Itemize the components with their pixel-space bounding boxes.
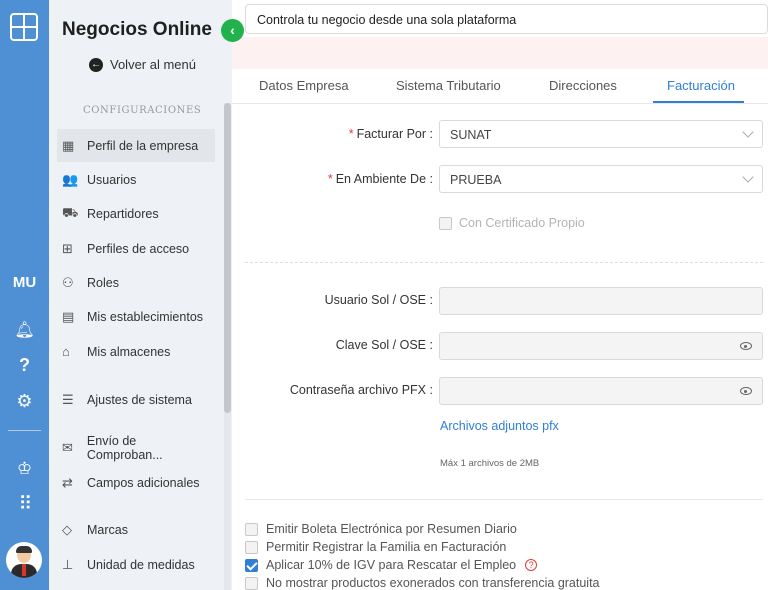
logo-icon[interactable] xyxy=(10,13,38,41)
sidebar-item-label: Campos adicionales xyxy=(87,475,200,490)
required-mark: * xyxy=(327,172,333,186)
sidebar-item-repartidores[interactable]: ⛟ Repartidores xyxy=(57,197,215,230)
checkbox-checked[interactable] xyxy=(245,558,258,572)
checkbox-box[interactable] xyxy=(245,540,258,554)
sidebar-item-unidad-medidas[interactable]: ⊥ Unidad de medidas xyxy=(57,548,215,581)
alert-strip xyxy=(232,37,768,69)
sidebar-item-label: Mis establecimientos xyxy=(87,309,204,324)
icon-rail: MU 🔔︎ ? ⚙ ♔ ⠿ xyxy=(0,0,49,590)
help-icon[interactable]: ? xyxy=(525,559,538,571)
eye-icon[interactable] xyxy=(740,387,752,395)
option-igv-10[interactable]: Aplicar 10% de IGV para Rescatar el Empl… xyxy=(245,558,538,572)
rail-divider xyxy=(8,430,41,431)
back-label: Volver al menú xyxy=(110,57,196,72)
ambiente-label: * En Ambiente De : xyxy=(327,172,433,186)
certificado-propio-checkbox[interactable]: Con Certificado Propio xyxy=(439,216,585,230)
sitemap-icon: ⊞ xyxy=(62,240,73,256)
tag-icon: ◇ xyxy=(62,521,72,537)
user-roles-icon: ⚇ xyxy=(62,274,74,290)
ambiente-value: PRUEBA xyxy=(450,173,502,187)
users-icon: 👥 xyxy=(62,171,79,187)
certificado-propio-label: Con Certificado Propio xyxy=(459,216,585,230)
sidebar-item-label: Perfil de la empresa xyxy=(87,138,199,153)
arrow-left-icon: ← xyxy=(89,57,103,72)
truck-icon: ⛟ xyxy=(62,204,79,220)
sidebar-item-almacenes[interactable]: ⌂ Mis almacenes xyxy=(57,335,215,368)
bell-icon[interactable]: 🔔︎ xyxy=(0,320,49,340)
header-banner: Controla tu negocio desde una sola plata… xyxy=(245,4,768,34)
building-icon: ▦ xyxy=(62,137,75,153)
attachments-pfx-link[interactable]: Archivos adjuntos pfx xyxy=(440,419,559,433)
sidebar-item-usuarios[interactable]: 👥 Usuarios xyxy=(57,163,215,196)
clave-sol-label: Clave Sol / OSE : xyxy=(335,338,433,352)
sidebar-item-establecimientos[interactable]: ▤ Mis establecimientos xyxy=(57,300,215,333)
active-tab-indicator xyxy=(653,101,744,103)
option-no-exonerados[interactable]: No mostrar productos exonerados con tran… xyxy=(245,576,600,590)
mail-icon: ✉ xyxy=(62,439,73,455)
brand-title: Negocios Online xyxy=(62,19,212,40)
sidebar-item-label: Marcas xyxy=(87,522,128,537)
section-divider xyxy=(245,262,763,263)
pfx-password-label: Contraseña archivo PFX : xyxy=(289,383,433,397)
pfx-password-input[interactable] xyxy=(439,377,763,405)
tab-sistema-tributario[interactable]: Sistema Tributario xyxy=(396,78,501,93)
collapse-sidebar-button[interactable]: ‹ xyxy=(221,19,244,42)
tab-bar: Datos Empresa Sistema Tributario Direcci… xyxy=(232,70,768,104)
option-boleta-resumen[interactable]: Emitir Boleta Electrónica por Resumen Di… xyxy=(245,522,517,536)
award-icon[interactable]: ♔ xyxy=(0,459,49,479)
sidebar-item-marcas[interactable]: ◇ Marcas xyxy=(57,513,215,546)
share-icon: ⇄ xyxy=(62,474,73,490)
sidebar-item-label: Perfiles de acceso xyxy=(87,241,190,256)
sidebar-item-label: Mis almacenes xyxy=(87,344,171,359)
sliders-icon: ☰ xyxy=(62,391,74,407)
facturar-label: * Facturar Por : xyxy=(348,127,433,141)
facturar-value: SUNAT xyxy=(450,128,492,142)
chevron-down-icon xyxy=(742,126,754,138)
usuario-sol-label: Usuario Sol / OSE : xyxy=(324,293,433,307)
user-initials[interactable]: MU xyxy=(0,274,49,291)
apps-grid-icon[interactable]: ⠿ xyxy=(0,493,49,516)
facturar-select[interactable]: SUNAT xyxy=(439,120,763,148)
checkbox-box[interactable] xyxy=(245,576,258,590)
checkbox-box[interactable] xyxy=(245,522,258,536)
sidebar-item-perfil-empresa[interactable]: ▦ Perfil de la empresa xyxy=(57,129,215,162)
store-icon: ▤ xyxy=(62,308,75,324)
sidebar-scrollbar-thumb[interactable] xyxy=(224,103,231,413)
sidebar-item-envio-comprobantes[interactable]: ✉ Envío de Comproban... xyxy=(57,431,215,464)
tab-datos-empresa[interactable]: Datos Empresa xyxy=(259,78,349,93)
back-to-menu-link[interactable]: ← Volver al menú xyxy=(89,57,196,72)
sidebar: Negocios Online ← Volver al menú CONFIGU… xyxy=(49,0,232,590)
sidebar-item-label: Ajustes de sistema xyxy=(87,392,192,407)
ruler-icon: ⊥ xyxy=(62,556,74,572)
clave-sol-input[interactable] xyxy=(439,332,763,360)
question-icon[interactable]: ? xyxy=(0,355,49,376)
tab-facturacion[interactable]: Facturación xyxy=(667,78,735,93)
sidebar-item-label: Unidad de medidas xyxy=(87,557,195,572)
usuario-sol-input[interactable] xyxy=(439,287,763,315)
sidebar-item-label: Roles xyxy=(87,275,119,290)
option-registrar-familia[interactable]: Permitir Registrar la Familia en Factura… xyxy=(245,540,506,554)
section-heading: CONFIGURACIONES xyxy=(83,105,202,116)
section-divider xyxy=(245,499,763,500)
avatar[interactable] xyxy=(6,542,42,578)
sidebar-item-label: Usuarios xyxy=(87,172,137,187)
warehouse-icon: ⌂ xyxy=(62,344,70,359)
required-mark: * xyxy=(348,127,354,141)
ambiente-select[interactable]: PRUEBA xyxy=(439,165,763,193)
chevron-down-icon xyxy=(742,171,754,183)
eye-icon[interactable] xyxy=(740,342,752,350)
sidebar-item-roles[interactable]: ⚇ Roles xyxy=(57,266,215,299)
sidebar-item-label: Envío de Comproban... xyxy=(86,433,163,462)
sidebar-item-ajustes-sistema[interactable]: ☰ Ajustes de sistema xyxy=(57,383,215,416)
sidebar-item-campos-adicionales[interactable]: ⇄ Campos adicionales xyxy=(57,466,215,499)
sidebar-item-perfiles-acceso[interactable]: ⊞ Perfiles de acceso xyxy=(57,232,215,265)
sidebar-item-label: Repartidores xyxy=(87,206,159,221)
gear-icon[interactable]: ⚙ xyxy=(0,391,49,412)
checkbox-box[interactable] xyxy=(439,216,452,230)
tab-direcciones[interactable]: Direcciones xyxy=(549,78,617,93)
attachments-hint: Máx 1 archivos de 2MB xyxy=(440,458,540,469)
